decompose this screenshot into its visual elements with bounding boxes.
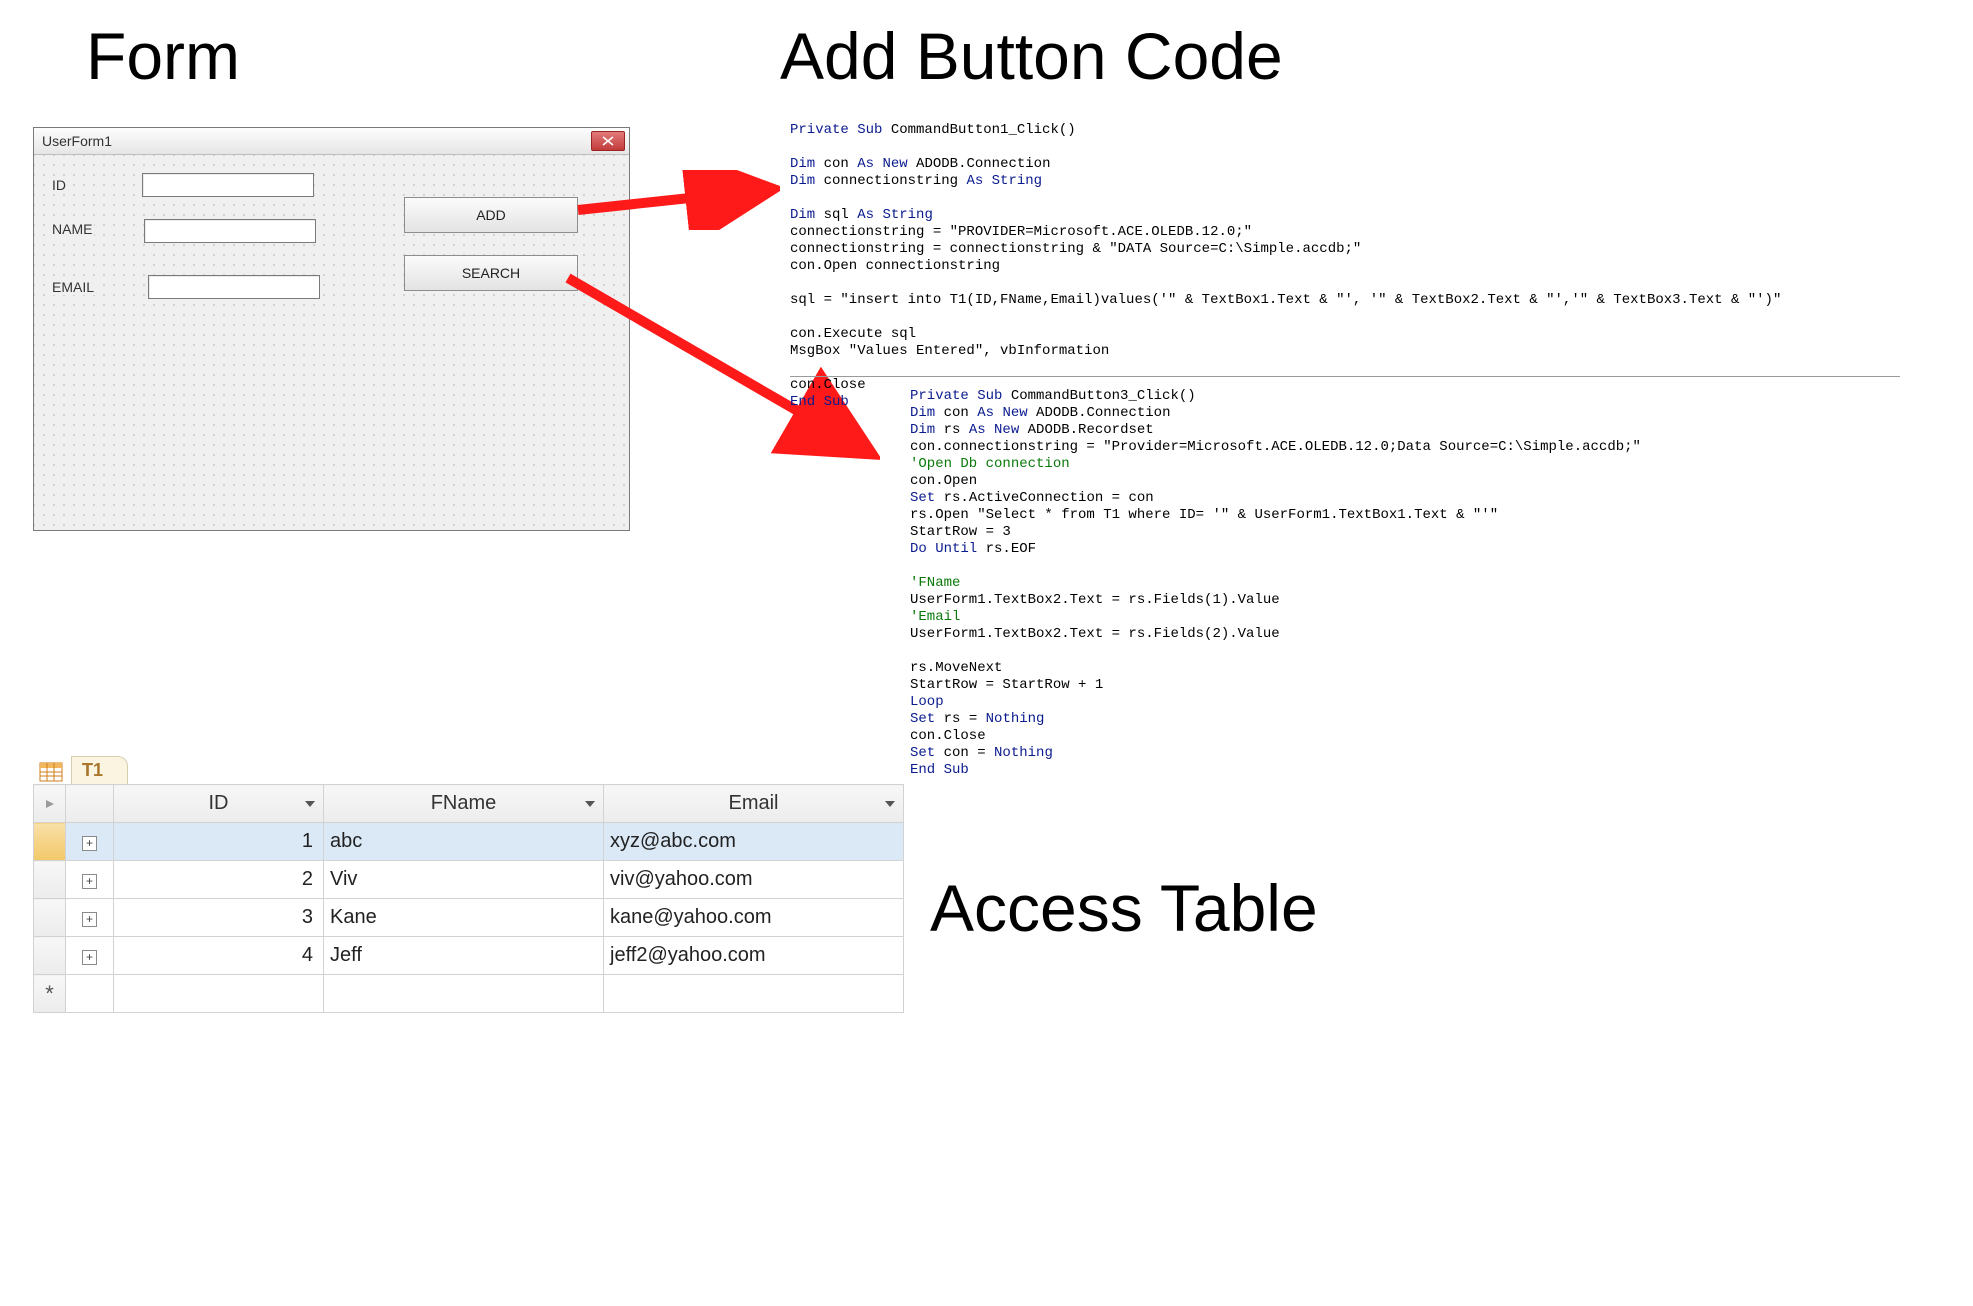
table-row[interactable]: +2Vivviv@yahoo.com: [34, 861, 904, 899]
table-row[interactable]: +1abcxyz@abc.com: [34, 823, 904, 861]
input-name[interactable]: [144, 219, 316, 243]
row-expander[interactable]: +: [66, 899, 114, 937]
chevron-down-icon[interactable]: [305, 801, 315, 807]
code-add-button: Private Sub CommandButton1_Click() Dim c…: [790, 122, 1781, 411]
userform-body: ID NAME EMAIL ADD SEARCH: [34, 155, 629, 530]
search-button[interactable]: SEARCH: [404, 255, 578, 291]
heading-add-button-code: Add Button Code: [780, 18, 1283, 94]
cell-email[interactable]: jeff2@yahoo.com: [604, 937, 904, 975]
row-handle[interactable]: [34, 823, 66, 861]
chevron-down-icon[interactable]: [585, 801, 595, 807]
plus-icon: +: [82, 912, 97, 927]
userform-title: UserForm1: [42, 133, 112, 149]
row-expander: [66, 975, 114, 1013]
cell-id[interactable]: 1: [114, 823, 324, 861]
code-separator: [790, 376, 1900, 377]
cell-email[interactable]: xyz@abc.com: [604, 823, 904, 861]
userform-titlebar[interactable]: UserForm1: [34, 128, 629, 155]
access-grid: ID FName Email +1abcxyz@abc.com+2Vivviv@…: [33, 784, 904, 1013]
label-id: ID: [50, 177, 68, 193]
access-header-row: ID FName Email: [34, 785, 904, 823]
table-row[interactable]: +4Jeffjeff2@yahoo.com: [34, 937, 904, 975]
label-email: EMAIL: [50, 279, 96, 295]
asterisk-icon: *: [45, 981, 54, 1006]
cell-fname[interactable]: Viv: [324, 861, 604, 899]
userform-window: UserForm1 ID NAME EMAIL ADD SEARCH: [33, 127, 630, 531]
add-button[interactable]: ADD: [404, 197, 578, 233]
cell-email[interactable]: kane@yahoo.com: [604, 899, 904, 937]
expander-header: [66, 785, 114, 823]
heading-access-table: Access Table: [930, 870, 1318, 946]
row-expander[interactable]: +: [66, 861, 114, 899]
row-expander[interactable]: +: [66, 937, 114, 975]
input-id[interactable]: [142, 173, 314, 197]
access-tab[interactable]: T1: [71, 756, 128, 784]
cell-fname[interactable]: Jeff: [324, 937, 604, 975]
col-id[interactable]: ID: [114, 785, 324, 823]
close-icon[interactable]: [591, 131, 625, 151]
heading-form: Form: [86, 18, 240, 94]
cell-id[interactable]: 4: [114, 937, 324, 975]
input-email[interactable]: [148, 275, 320, 299]
cell-email[interactable]: viv@yahoo.com: [604, 861, 904, 899]
chevron-down-icon[interactable]: [885, 801, 895, 807]
plus-icon: +: [82, 836, 97, 851]
new-record-handle[interactable]: *: [34, 975, 66, 1013]
cell-id[interactable]: [114, 975, 324, 1013]
row-handle[interactable]: [34, 899, 66, 937]
cell-fname[interactable]: [324, 975, 604, 1013]
select-all-handle[interactable]: [34, 785, 66, 823]
cell-fname[interactable]: Kane: [324, 899, 604, 937]
access-table-panel: T1 ID FName Email +1abcxyz@abc.com+2Vivv…: [33, 754, 903, 1013]
cell-email[interactable]: [604, 975, 904, 1013]
col-email[interactable]: Email: [604, 785, 904, 823]
code-search-button: Private Sub CommandButton3_Click() Dim c…: [910, 388, 1641, 779]
cell-fname[interactable]: abc: [324, 823, 604, 861]
cell-id[interactable]: 3: [114, 899, 324, 937]
new-record-row[interactable]: *: [34, 975, 904, 1013]
row-expander[interactable]: +: [66, 823, 114, 861]
col-fname[interactable]: FName: [324, 785, 604, 823]
label-name: NAME: [50, 221, 94, 237]
plus-icon: +: [82, 950, 97, 965]
cell-id[interactable]: 2: [114, 861, 324, 899]
row-handle[interactable]: [34, 937, 66, 975]
table-row[interactable]: +3Kanekane@yahoo.com: [34, 899, 904, 937]
datasheet-icon: [39, 760, 63, 784]
row-handle[interactable]: [34, 861, 66, 899]
plus-icon: +: [82, 874, 97, 889]
